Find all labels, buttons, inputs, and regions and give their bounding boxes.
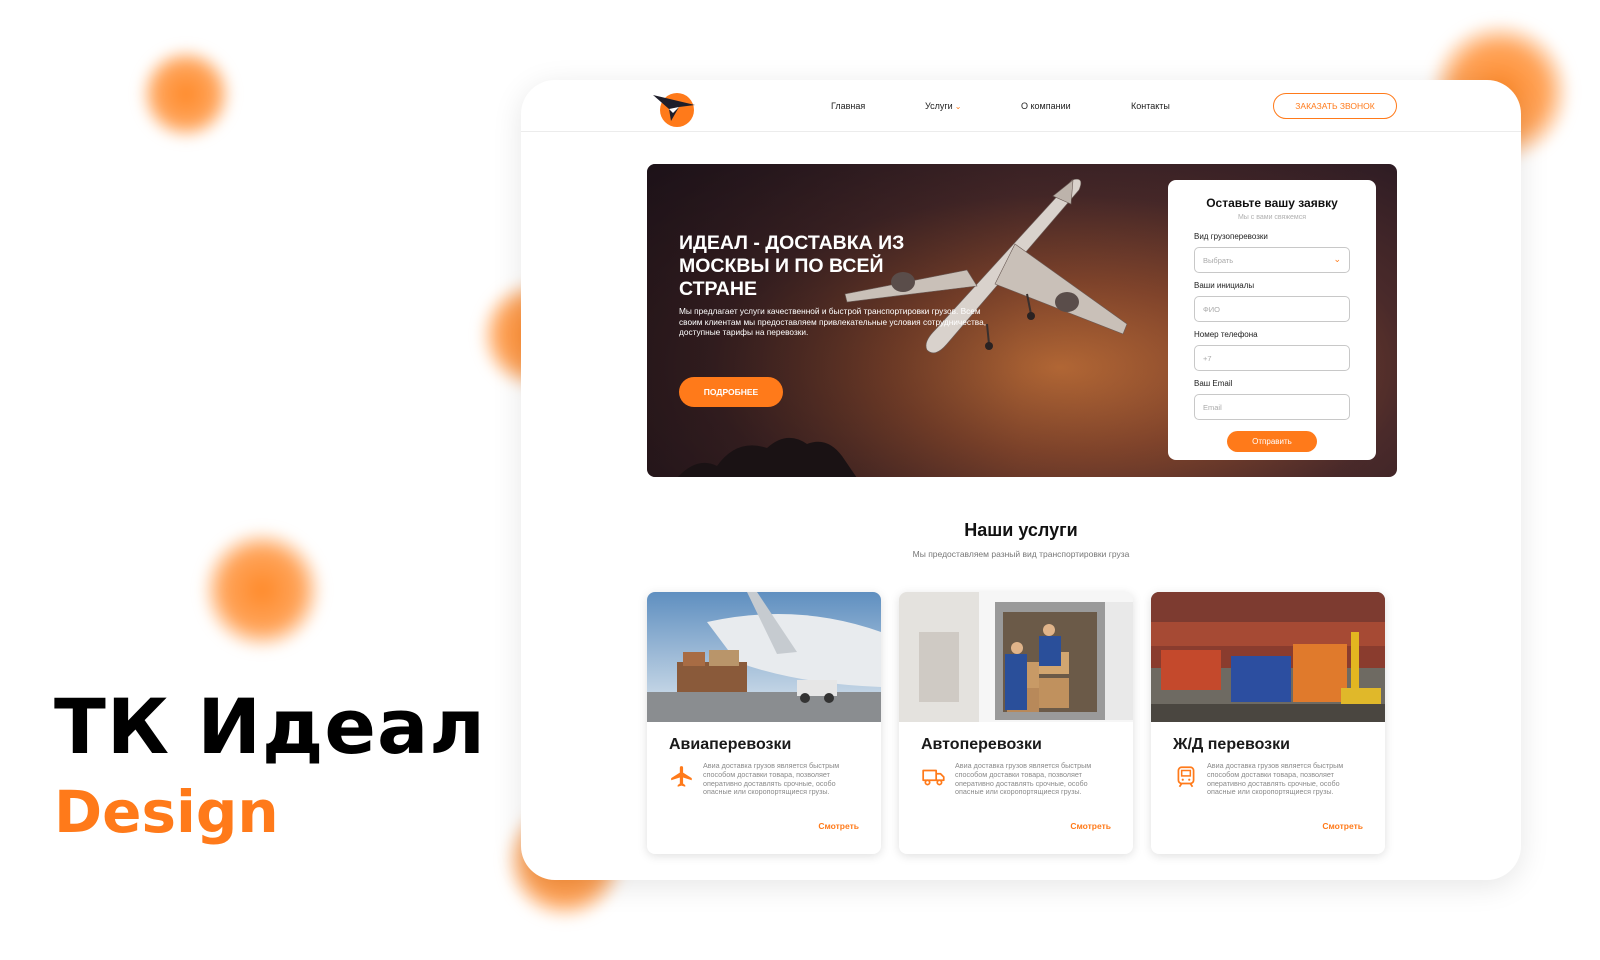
chevron-down-icon: ⌄ xyxy=(1333,254,1341,264)
nav-about[interactable]: О компании xyxy=(1021,101,1071,111)
decor-blob xyxy=(202,530,322,650)
nav-services[interactable]: Услуги ⌄ xyxy=(925,101,961,111)
form-subtitle: Мы с вами свяжемся xyxy=(1237,214,1307,221)
submit-button[interactable]: Отправить xyxy=(1227,431,1317,452)
view-link[interactable]: Смотреть xyxy=(1322,821,1363,831)
hero-text: Мы предлагает услуги качественной и быст… xyxy=(679,306,987,337)
chevron-down-icon: ⌄ xyxy=(954,102,962,111)
brand-title: ТК Идеал xyxy=(54,682,486,771)
card-description: Авиа доставка грузов является быстрым сп… xyxy=(703,761,840,797)
card-title: Ж/Д перевозки xyxy=(1173,736,1290,753)
initials-label: Ваши инициалы xyxy=(1194,281,1255,290)
hero-title: ИДЕАЛ - ДОСТАВКА ИЗ МОСКВЫ И ПО ВСЕЙ СТР… xyxy=(679,232,905,300)
nav-home[interactable]: Главная xyxy=(831,101,865,111)
decor-blob xyxy=(140,48,232,140)
site-header: Главная Услуги ⌄ О компании Контакты ЗАКА… xyxy=(521,80,1521,132)
brand-subtitle: Design xyxy=(54,778,279,846)
request-form: Оставьте вашу заявку Мы с вами свяжемся … xyxy=(1168,180,1376,460)
view-link[interactable]: Смотреть xyxy=(1070,821,1111,831)
card-title: Авиаперевозки xyxy=(669,736,792,753)
services-title: Наши услуги xyxy=(964,520,1078,540)
truck-icon xyxy=(922,769,945,786)
initials-input[interactable]: ФИО xyxy=(1194,296,1350,322)
phone-label: Номер телефона xyxy=(1194,330,1258,339)
train-icon xyxy=(1177,766,1195,788)
trees-silhouette xyxy=(677,438,857,477)
van-loading-image xyxy=(899,592,1133,722)
cargo-type-select[interactable]: Выбрать ⌄ xyxy=(1194,247,1350,273)
website-mockup: Главная Услуги ⌄ О компании Контакты ЗАКА… xyxy=(521,80,1521,880)
logo-icon[interactable] xyxy=(651,87,699,129)
card-title: Автоперевозки xyxy=(921,736,1042,753)
form-title: Оставьте вашу заявку xyxy=(1206,196,1338,210)
service-card-rail[interactable]: Ж/Д перевозки Авиа доставка грузов являе… xyxy=(1151,592,1385,854)
more-button[interactable]: ПОДРОБНЕЕ xyxy=(679,377,783,407)
services-subtitle: Мы предоставляем разный вид транспортиро… xyxy=(912,549,1130,559)
hero-banner: ИДЕАЛ - ДОСТАВКА ИЗ МОСКВЫ И ПО ВСЕЙ СТР… xyxy=(647,164,1397,477)
email-label: Ваш Email xyxy=(1194,379,1233,388)
card-description: Авиа доставка грузов является быстрым сп… xyxy=(1207,761,1344,797)
card-description: Авиа доставка грузов является быстрым сп… xyxy=(955,761,1092,797)
email-input[interactable]: Email xyxy=(1194,394,1350,420)
callback-button[interactable]: ЗАКАЗАТЬ ЗВОНОК xyxy=(1273,93,1397,119)
nav-contacts[interactable]: Контакты xyxy=(1131,101,1170,111)
rail-containers-image xyxy=(1151,592,1385,722)
plane-icon xyxy=(671,766,692,787)
service-card-auto[interactable]: Автоперевозки Авиа доставка грузов являе… xyxy=(899,592,1133,854)
view-link[interactable]: Смотреть xyxy=(818,821,859,831)
service-card-air[interactable]: Авиаперевозки Авиа доставка грузов являе… xyxy=(647,592,881,854)
cargo-plane-image xyxy=(647,592,881,722)
cargo-type-label: Вид грузоперевозки xyxy=(1194,232,1268,241)
phone-input[interactable]: +7 xyxy=(1194,345,1350,371)
